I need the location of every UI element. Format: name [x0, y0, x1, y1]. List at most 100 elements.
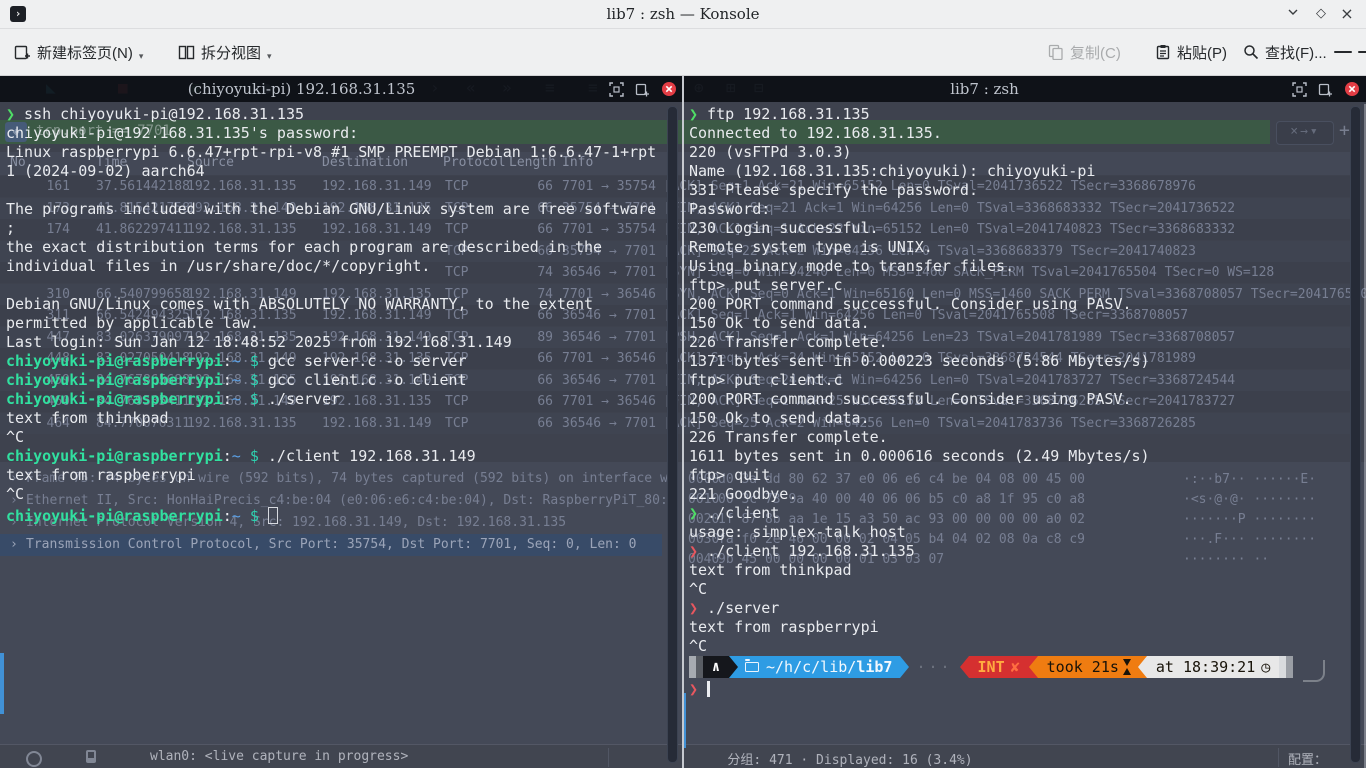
- maximize-button[interactable]: ◇: [1312, 5, 1330, 23]
- chevron-down-icon: ▾: [267, 51, 272, 62]
- search-icon: [1243, 44, 1259, 60]
- terminal-pane-left: (chiyoyuki-pi) 192.168.31.135 ❯ ssh chiy…: [0, 76, 683, 768]
- terminal-line: 226 Transfer complete.: [689, 333, 1366, 352]
- new-tab-button[interactable]: 新建标签页(N) ▾: [14, 29, 143, 75]
- maximize-pane-icon[interactable]: [609, 82, 624, 97]
- paste-icon: [1155, 44, 1171, 60]
- pane-divider[interactable]: [682, 76, 684, 768]
- chevron-down-icon: ▾: [139, 51, 144, 62]
- maximize-pane-icon[interactable]: [1292, 82, 1307, 97]
- terminal-line: ftp> put server.c: [689, 276, 1366, 295]
- terminal-line: ;: [6, 219, 683, 238]
- terminal-line: ftp> quit: [689, 466, 1366, 485]
- terminal-line: 220 (vsFTPd 3.0.3): [689, 143, 1366, 162]
- terminal-line: 226 Transfer complete.: [689, 428, 1366, 447]
- close-tab-icon[interactable]: [661, 81, 677, 97]
- powerline-block: [696, 656, 703, 678]
- terminal-line: ❯ ssh chiyoyuki-pi@192.168.31.135: [6, 105, 683, 124]
- paste-label: 粘贴(P): [1177, 42, 1227, 63]
- terminal-line: chiyoyuki-pi@raspberrypi:~ $ gcc client.…: [6, 371, 683, 390]
- terminal-line: individual files in /usr/share/doc/*/cop…: [6, 257, 683, 276]
- terminal-line: text from thinkpad: [6, 409, 683, 428]
- terminal-line: Debian GNU/Linux comes with ABSOLUTELY N…: [6, 295, 683, 314]
- terminal-line: chiyoyuki-pi@raspberrypi:~ $: [6, 504, 683, 523]
- terminal-line: 200 PORT command successful. Consider us…: [689, 390, 1366, 409]
- prompt-path-segment: ~/h/c/lib/lib7: [738, 656, 900, 678]
- prompt-status-segment: INT✘: [969, 656, 1029, 678]
- close-tab-icon[interactable]: [1344, 81, 1360, 97]
- prompt-duration-segment: took 21s: [1038, 656, 1138, 678]
- terminal-line: 1 (2024-09-02) aarch64: [6, 162, 683, 181]
- terminal-cursor: [268, 507, 278, 524]
- terminal-left[interactable]: ❯ ssh chiyoyuki-pi@192.168.31.135chiyoyu…: [0, 102, 683, 768]
- tab-right-title: lib7 : zsh: [683, 80, 1286, 98]
- copy-label: 复制(C): [1070, 42, 1121, 63]
- copy-button[interactable]: 复制(C): [1048, 29, 1121, 75]
- terminal-line: usage: simplex-talk host: [689, 523, 1366, 542]
- terminal-line: [6, 276, 683, 295]
- terminal-line: the exact distribution terms for each pr…: [6, 238, 683, 257]
- terminal-line: ^C: [689, 580, 1366, 599]
- terminal-line: [6, 181, 683, 200]
- terminal-line: chiyoyuki-pi@raspberrypi:~ $ ./client 19…: [6, 447, 683, 466]
- prompt-powerline: ∧ ~/h/c/lib/lib7 ··· INT✘ took 21s at 18…: [689, 656, 1366, 678]
- prompt-time-segment: at 18:39:21◷: [1147, 656, 1279, 678]
- paste-button[interactable]: 粘贴(P): [1155, 29, 1227, 75]
- split-view-button[interactable]: 拆分视图▾: [178, 29, 272, 75]
- powerline-block: [1286, 656, 1293, 678]
- prompt-filler-dots: ···: [916, 656, 952, 678]
- new-tab-icon: [14, 44, 31, 61]
- terminal-line: ^C: [6, 485, 683, 504]
- terminal-line: ❯ ftp 192.168.31.135: [689, 105, 1366, 124]
- terminal-line: ❯ ./server: [689, 599, 1366, 618]
- terminal-line: Remote system type is UNIX.: [689, 238, 1366, 257]
- new-tab-label: 新建标签页(N): [37, 42, 133, 63]
- terminal-line: chiyoyuki-pi@192.168.31.135's password:: [6, 124, 683, 143]
- split-view-icon: [178, 44, 195, 61]
- terminal-line: The programs included with the Debian GN…: [6, 200, 683, 219]
- powerline-block: [1279, 656, 1286, 678]
- accent-bar-left: [0, 653, 4, 714]
- minimize-button[interactable]: [1284, 5, 1302, 23]
- konsole-toolbar: 新建标签页(N) ▾ 拆分视图▾ 复制(C) 粘贴(P) 查找(F)...: [0, 29, 1366, 76]
- terminal-line: permitted by applicable law.: [6, 314, 683, 333]
- terminal-line: Using binary mode to transfer files.: [689, 257, 1366, 276]
- terminal-line: ^C: [689, 637, 1366, 656]
- main-area: ◣■▣●›«»≡≡⊕⊞⊟ ◈ tcp.port == 7701 ×→▾ + No…: [0, 76, 1366, 768]
- scrollbar-right[interactable]: [1350, 106, 1361, 763]
- terminal-line: Linux raspberrypi 6.6.47+rpt-rpi-v8 #1 S…: [6, 143, 683, 162]
- terminal-line: 1611 bytes sent in 0.000616 seconds (2.4…: [689, 447, 1366, 466]
- terminal-line: Last login: Sun Jan 12 18:48:52 2025 fro…: [6, 333, 683, 352]
- terminal-line: 230 Login successful.: [689, 219, 1366, 238]
- detach-tab-icon[interactable]: [635, 82, 650, 97]
- terminal-line: 150 Ok to send data.: [689, 409, 1366, 428]
- terminal-line: 150 Ok to send data.: [689, 314, 1366, 333]
- window-title: lib7 : zsh — Konsole: [0, 5, 1366, 23]
- folder-icon: [745, 662, 759, 672]
- find-label: 查找(F)...: [1265, 42, 1327, 63]
- terminal-line: ftp> put client.c: [689, 371, 1366, 390]
- scrollbar-left[interactable]: [667, 106, 678, 763]
- terminal-line: text from raspberrypi: [689, 618, 1366, 637]
- prompt-frame-bracket: [1303, 660, 1325, 682]
- terminal-line: 221 Goodbye.: [689, 485, 1366, 504]
- find-button[interactable]: 查找(F)...: [1243, 29, 1327, 75]
- tab-left[interactable]: (chiyoyuki-pi) 192.168.31.135: [0, 76, 683, 102]
- terminal-pane-right: lib7 : zsh ❯ ftp 192.168.31.135Connected…: [683, 76, 1366, 768]
- terminal-right[interactable]: ❯ ftp 192.168.31.135Connected to 192.168…: [683, 102, 1366, 768]
- terminal-line: ❯ ./client: [689, 504, 1366, 523]
- os-logo-icon: ∧: [703, 656, 729, 678]
- window-titlebar: › lib7 : zsh — Konsole ◇ ×: [0, 0, 1366, 29]
- terminal-line: text from raspberrypi: [6, 466, 683, 485]
- terminal-line: chiyoyuki-pi@raspberrypi:~ $ gcc server.…: [6, 352, 683, 371]
- powerline-block: [689, 656, 696, 678]
- terminal-line: chiyoyuki-pi@raspberrypi:~ $ ./server: [6, 390, 683, 409]
- close-button[interactable]: ×: [1338, 5, 1356, 23]
- menu-button[interactable]: [1334, 29, 1366, 75]
- terminal-line: 200 PORT command successful. Consider us…: [689, 295, 1366, 314]
- tab-left-title: (chiyoyuki-pi) 192.168.31.135: [0, 80, 603, 98]
- terminal-line: 1371 bytes sent in 0.000223 seconds (5.8…: [689, 352, 1366, 371]
- terminal-line: ❯: [689, 678, 1366, 697]
- tab-right[interactable]: lib7 : zsh: [683, 76, 1366, 102]
- detach-tab-icon[interactable]: [1318, 82, 1333, 97]
